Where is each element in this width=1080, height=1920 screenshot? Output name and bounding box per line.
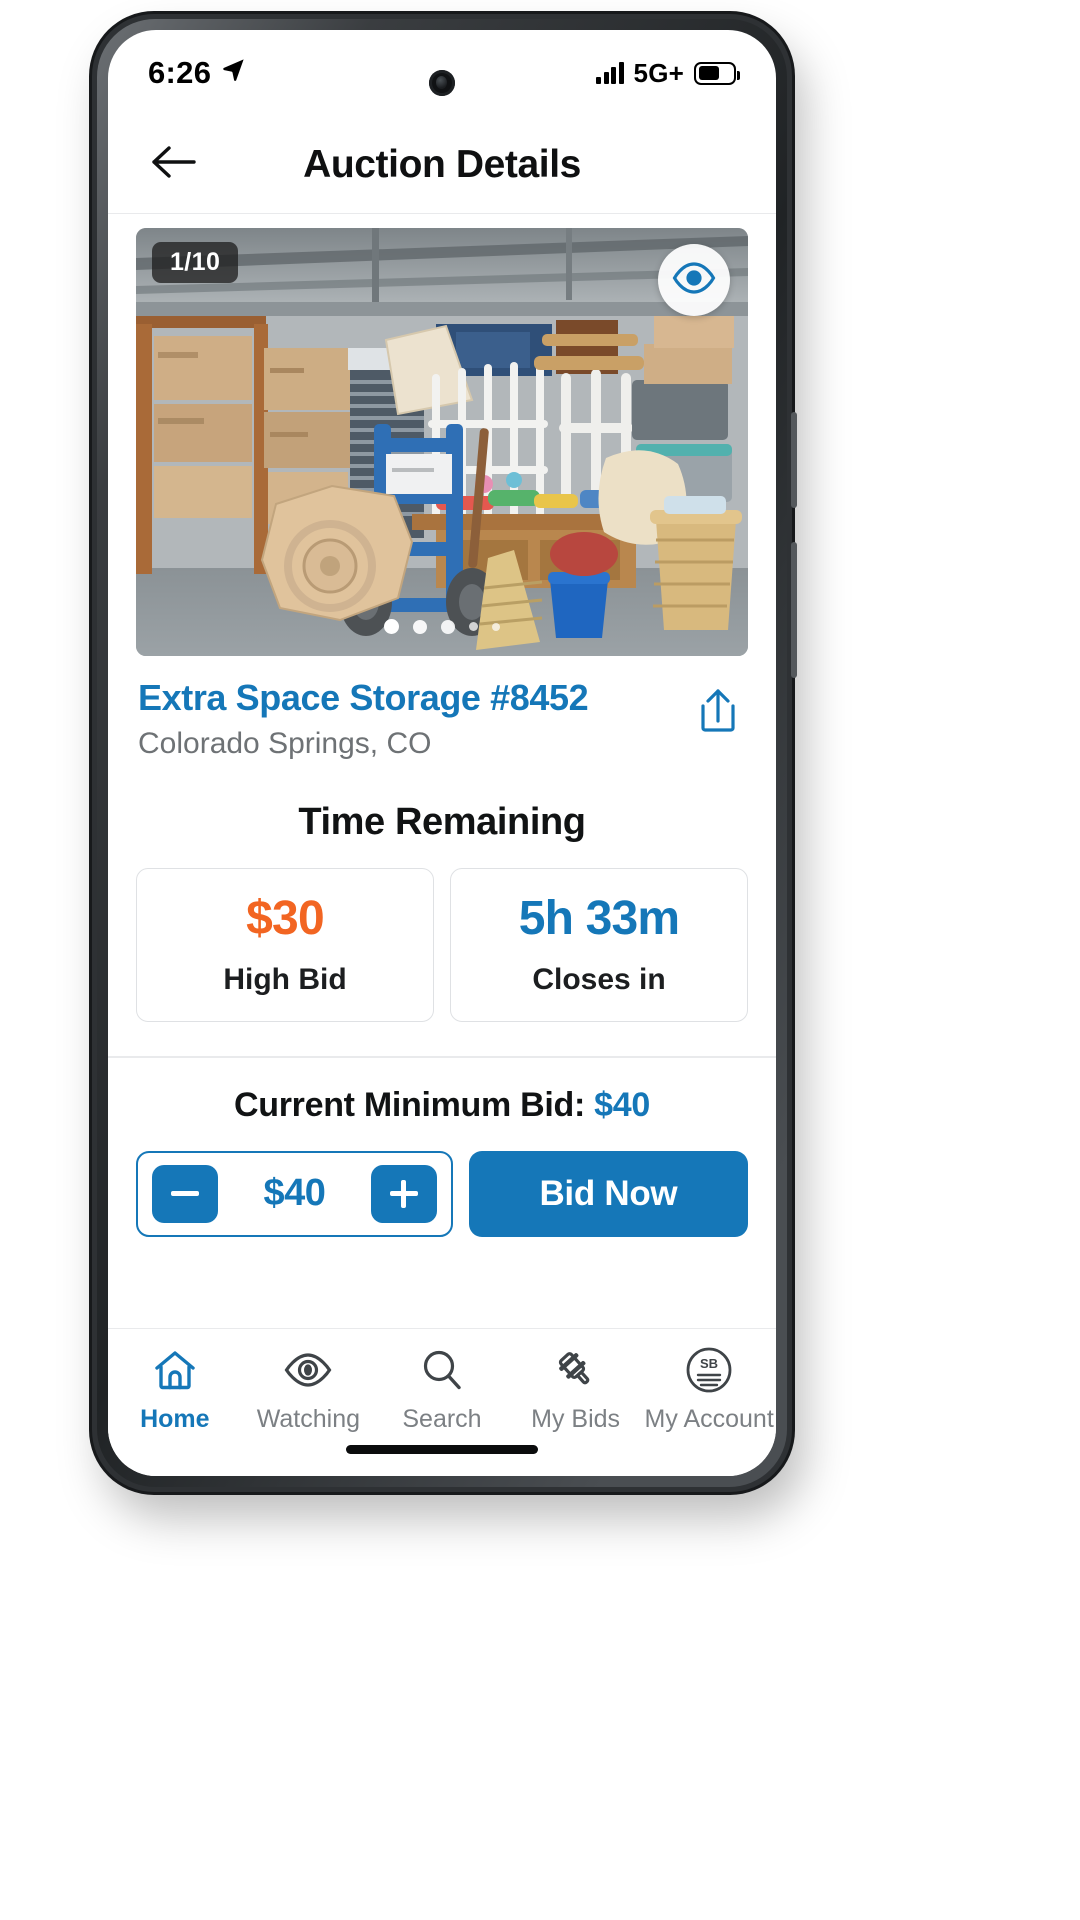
- status-time-label: 6:26: [148, 55, 212, 90]
- current-minimum-bid: Current Minimum Bid: $40: [136, 1086, 748, 1125]
- current-minimum-bid-label: Current Minimum Bid:: [234, 1085, 595, 1124]
- listing-text-group: Extra Space Storage #8452 Colorado Sprin…: [138, 677, 690, 761]
- nav-label-watching: Watching: [256, 1405, 361, 1433]
- minus-icon: [171, 1191, 199, 1197]
- home-icon: [152, 1347, 198, 1393]
- time-remaining-heading: Time Remaining: [298, 801, 586, 844]
- high-bid-card: $30 High Bid: [136, 868, 434, 1023]
- signal-bars-icon: [596, 62, 624, 84]
- closes-in-value: 5h 33m: [518, 892, 680, 946]
- listing-info: Extra Space Storage #8452 Colorado Sprin…: [108, 656, 776, 761]
- screenshot-root: 6:26 5G+ Auction Details 1/10 Extra Spac…: [0, 0, 1080, 1920]
- network-type-label: 5G+: [633, 57, 684, 88]
- listing-title[interactable]: Extra Space Storage #8452: [138, 677, 690, 718]
- app-header: Auction Details: [108, 116, 776, 214]
- current-minimum-bid-value: $40: [594, 1085, 650, 1124]
- status-time-group: 6:26: [148, 55, 247, 91]
- status-right-group: 5G+: [596, 57, 740, 89]
- bid-controls-row: $40 Bid Now: [136, 1150, 748, 1237]
- share-button[interactable]: [690, 682, 746, 744]
- watch-toggle-button[interactable]: [658, 244, 730, 316]
- high-bid-label: High Bid: [223, 963, 347, 997]
- bid-now-button[interactable]: Bid Now: [468, 1150, 748, 1237]
- search-icon: [420, 1347, 464, 1393]
- high-bid-value: $30: [246, 892, 324, 946]
- svg-text:SB: SB: [700, 1356, 718, 1371]
- gallery-dot[interactable]: [413, 619, 427, 634]
- nav-label-search: Search: [402, 1405, 482, 1433]
- battery-icon: [694, 61, 740, 85]
- phone-device-frame: 6:26 5G+ Auction Details 1/10 Extra Spac…: [92, 14, 797, 1492]
- nav-label-home: Home: [140, 1405, 210, 1433]
- gallery-photo[interactable]: 1/10: [136, 228, 748, 656]
- location-arrow-icon: [220, 55, 247, 91]
- plus-icon: [389, 1179, 418, 1208]
- nav-item-my-bids[interactable]: My Bids: [509, 1347, 643, 1434]
- gallery-pagination-dots[interactable]: [384, 619, 500, 634]
- gallery-dot[interactable]: [492, 622, 500, 631]
- nav-item-my-account[interactable]: SB My Account: [642, 1347, 776, 1434]
- closes-in-label: Closes in: [532, 963, 666, 997]
- account-sb-icon: SB: [685, 1347, 733, 1393]
- increment-bid-button[interactable]: [370, 1164, 437, 1223]
- home-indicator[interactable]: [346, 1445, 538, 1454]
- nav-label-my-bids: My Bids: [531, 1405, 621, 1433]
- phone-screen: 6:26 5G+ Auction Details 1/10 Extra Spac…: [108, 30, 776, 1476]
- bid-amount-value: $40: [263, 1172, 326, 1215]
- image-counter-badge: 1/10: [152, 242, 239, 283]
- storage-unit-photo-illustration: [136, 228, 748, 656]
- gallery-dot[interactable]: [441, 619, 455, 634]
- phone-side-button-volume[interactable]: [791, 412, 797, 508]
- nav-item-watching[interactable]: Watching: [242, 1347, 376, 1434]
- share-icon: [697, 687, 739, 740]
- closes-in-card: 5h 33m Closes in: [450, 868, 748, 1023]
- front-camera-punch-hole: [429, 70, 455, 96]
- bid-section: Current Minimum Bid: $40 $40 Bid Now: [108, 1058, 776, 1237]
- time-remaining-section: Time Remaining $30 High Bid 5h 33m Close…: [108, 761, 776, 1023]
- eye-icon: [671, 261, 717, 300]
- page-title: Auction Details: [303, 142, 581, 186]
- phone-side-button-power[interactable]: [791, 542, 797, 678]
- bid-amount-stepper[interactable]: $40: [136, 1150, 453, 1237]
- gallery-dot-active[interactable]: [384, 619, 399, 634]
- nav-item-search[interactable]: Search: [375, 1347, 509, 1434]
- nav-label-my-account: My Account: [644, 1405, 774, 1433]
- gavel-icon: [553, 1347, 599, 1393]
- stat-card-row: $30 High Bid 5h 33m Closes in: [136, 868, 748, 1023]
- decrement-bid-button[interactable]: [152, 1164, 218, 1223]
- nav-item-home[interactable]: Home: [108, 1347, 242, 1434]
- gallery-dot[interactable]: [469, 622, 478, 631]
- eye-icon: [283, 1347, 333, 1393]
- listing-location: Colorado Springs, CO: [138, 727, 432, 761]
